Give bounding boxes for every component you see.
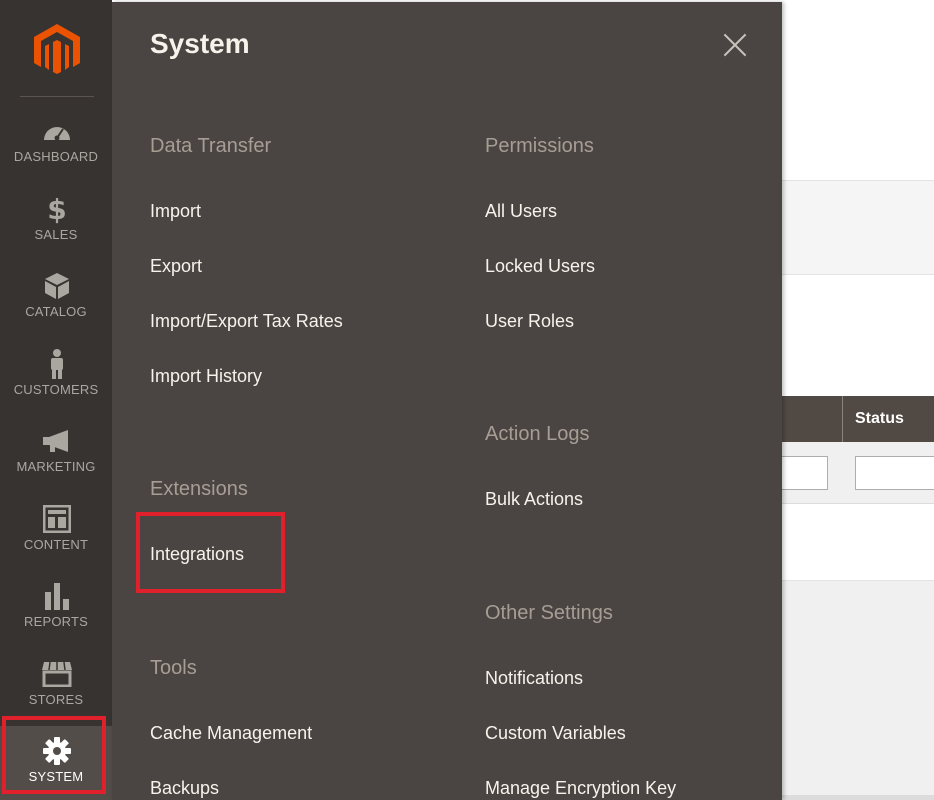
close-icon[interactable]: [720, 30, 750, 60]
sidebar-item-reports[interactable]: REPORTS: [0, 571, 112, 647]
sidebar-item-sales[interactable]: $ SALES: [0, 184, 112, 260]
megaphone-icon: [40, 426, 74, 456]
system-menu-flyout: System Data Transfer Import Export Impor…: [112, 2, 782, 800]
sidebar-item-content[interactable]: CONTENT: [0, 494, 112, 570]
menu-link-locked-users[interactable]: Locked Users: [485, 256, 595, 277]
cube-icon: [40, 271, 74, 301]
grid-filter-status-input[interactable]: [855, 456, 934, 490]
sidebar-item-label: DASHBOARD: [13, 149, 99, 164]
group-title-extensions: Extensions: [150, 478, 248, 500]
sidebar-item-stores[interactable]: STORES: [0, 649, 112, 725]
menu-link-backups[interactable]: Backups: [150, 778, 219, 799]
sidebar-item-dashboard[interactable]: DASHBOARD: [0, 106, 112, 182]
sidebar-item-marketing[interactable]: MARKETING: [0, 416, 112, 492]
group-title-data-transfer: Data Transfer: [150, 135, 272, 157]
sidebar-item-label: STORES: [28, 692, 84, 707]
sidebar-divider: [20, 96, 94, 97]
menu-link-bulk-actions[interactable]: Bulk Actions: [485, 489, 583, 510]
menu-link-import-history[interactable]: Import History: [150, 366, 262, 387]
menu-link-manage-encryption-key[interactable]: Manage Encryption Key: [485, 778, 676, 799]
page-empty-area: [780, 580, 934, 800]
menu-link-import[interactable]: Import: [150, 201, 201, 222]
sidebar-item-label: CUSTOMERS: [13, 382, 99, 397]
sidebar-item-catalog[interactable]: CATALOG: [0, 261, 112, 337]
menu-link-custom-variables[interactable]: Custom Variables: [485, 723, 626, 744]
grid-header-status[interactable]: Status: [842, 396, 934, 442]
magento-logo-icon[interactable]: [34, 24, 80, 76]
sidebar-item-label: MARKETING: [16, 459, 96, 474]
layout-icon: [40, 504, 74, 534]
menu-link-all-users[interactable]: All Users: [485, 201, 557, 222]
storefront-icon: [40, 659, 74, 689]
sidebar-item-customers[interactable]: CUSTOMERS: [0, 339, 112, 415]
dashboard-gauge-icon: [40, 116, 74, 146]
system-highlight-box: [2, 716, 106, 794]
group-title-other-settings: Other Settings: [485, 602, 613, 624]
menu-link-notifications[interactable]: Notifications: [485, 668, 583, 689]
dollar-icon: $: [47, 192, 67, 226]
group-title-permissions: Permissions: [485, 135, 594, 157]
flyout-title: System: [150, 28, 250, 59]
menu-link-export[interactable]: Export: [150, 256, 202, 277]
integrations-highlight-box: [136, 512, 285, 593]
menu-link-import-export-tax-rates[interactable]: Import/Export Tax Rates: [150, 311, 343, 332]
group-title-tools: Tools: [150, 657, 197, 679]
group-title-action-logs: Action Logs: [485, 423, 590, 445]
sidebar-item-label: CONTENT: [23, 537, 89, 552]
person-icon: [40, 349, 74, 379]
sidebar-item-label: REPORTS: [23, 614, 88, 629]
page-toolbar-band: [780, 180, 934, 275]
sidebar-item-label: SALES: [34, 227, 78, 242]
bar-chart-icon: [40, 581, 74, 611]
admin-sidebar: DASHBOARD $ SALES CATALOG CUSTOMERS MARK…: [0, 0, 112, 800]
menu-link-user-roles[interactable]: User Roles: [485, 311, 574, 332]
menu-link-cache-management[interactable]: Cache Management: [150, 723, 312, 744]
sidebar-item-label: CATALOG: [25, 304, 87, 319]
